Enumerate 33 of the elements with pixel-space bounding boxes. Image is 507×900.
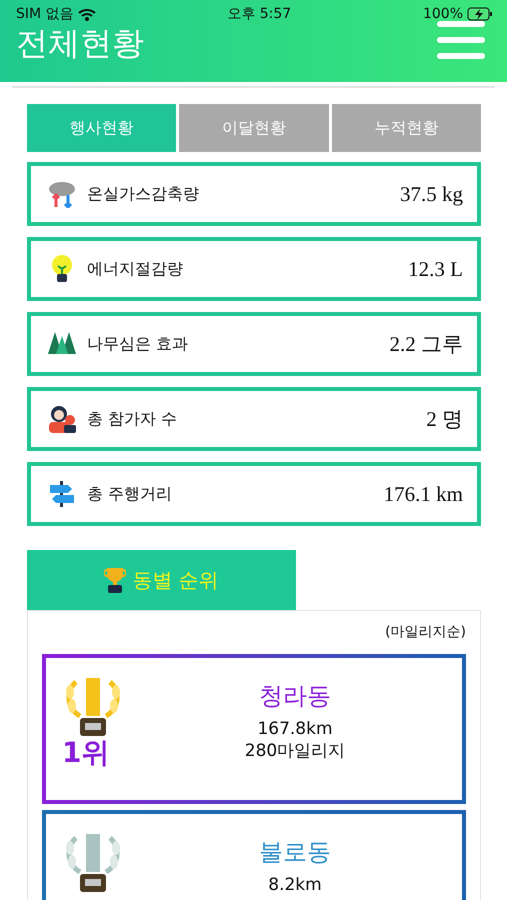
people-icon [47, 405, 77, 433]
menu-icon[interactable] [437, 19, 485, 61]
clock-label: 오후 5:57 [227, 5, 292, 23]
carrier-label: SIM 없음 [16, 5, 74, 23]
stat-label: 나무심은 효과 [87, 334, 190, 354]
signpost-icon [47, 480, 77, 508]
stat-value: 37.5 kg [400, 182, 463, 206]
ranking-tab-label: 동별 순위 [132, 566, 219, 594]
trophy-icon [104, 567, 126, 593]
distance-text: 167.8km [257, 718, 333, 740]
stat-value: 2.2 그루 [390, 331, 463, 358]
stat-value: 12.3 L [408, 256, 463, 282]
wifi-icon [78, 8, 96, 20]
stat-label: 에너지절감량 [87, 258, 184, 280]
page-title: 전체현황 [16, 23, 144, 64]
stat-label: 총 주행거리 [87, 484, 174, 504]
battery-charging-icon [467, 7, 493, 21]
stat-label: 온실가스감축량 [87, 184, 200, 204]
stat-value: 2 명 [426, 406, 463, 433]
mileage-text: 280마일리지 [244, 740, 346, 762]
period-tab[interactable]: 누적현황 [332, 104, 481, 152]
cloud-icon [47, 180, 77, 208]
battery-label: 100% [422, 6, 463, 22]
distance-text: 8.2km [268, 874, 322, 896]
district-name: 청라동 [259, 681, 331, 712]
sort-note: (마일리지순) [384, 623, 466, 641]
stat-label: 총 참가자 수 [87, 408, 178, 430]
stat-value: 176.1 km [384, 482, 463, 506]
rank-label: 1위 [62, 735, 110, 771]
ranking-tab[interactable]: 동별 순위 [27, 550, 296, 610]
period-tab[interactable]: 행사현황 [27, 104, 176, 152]
district-name: 불로동 [259, 837, 331, 868]
period-tab[interactable]: 이달현황 [179, 104, 329, 152]
